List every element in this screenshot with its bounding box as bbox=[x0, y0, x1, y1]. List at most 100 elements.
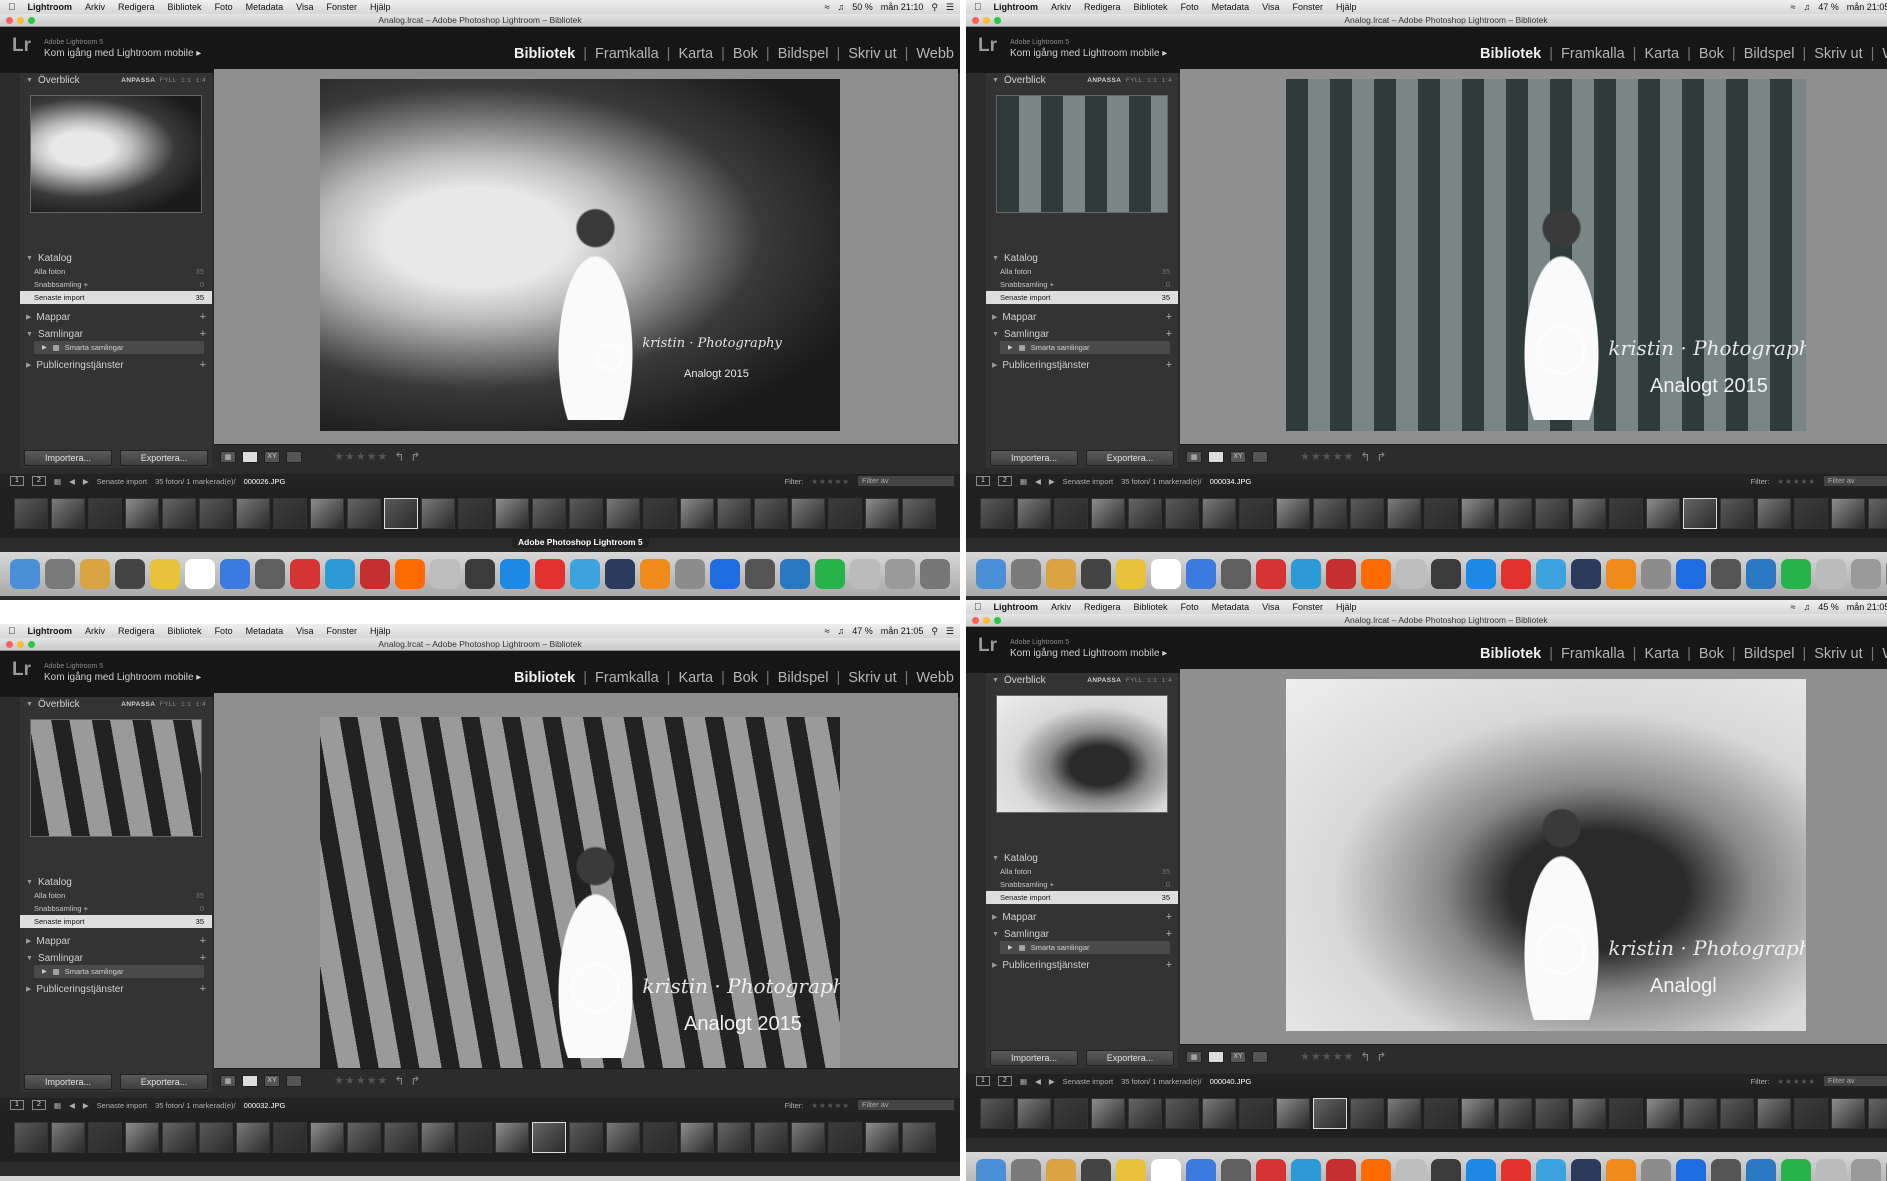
navigator-header[interactable]: ▼ Överblick ANPASSA FYLL 1:1 1:4 bbox=[20, 73, 212, 87]
filmstrip-thumbnail[interactable] bbox=[458, 498, 492, 529]
collections-header[interactable]: ▼ Samlingar + bbox=[20, 951, 212, 965]
catalog-row-quick[interactable]: Snabbsamling + 0 bbox=[20, 902, 212, 915]
dock-app-icon[interactable] bbox=[1606, 559, 1636, 589]
plus-icon[interactable]: + bbox=[1166, 328, 1172, 340]
filter-select[interactable]: Filter av bbox=[858, 476, 954, 486]
menu-bibliotek[interactable]: Bibliotek bbox=[1134, 602, 1168, 612]
catalog-header[interactable]: ▼ Katalog bbox=[986, 251, 1178, 265]
folders-header[interactable]: ▶ Mappar + bbox=[986, 310, 1178, 324]
screen-1-icon[interactable]: 1 bbox=[10, 476, 24, 486]
disclosure-down-icon[interactable]: ▼ bbox=[26, 331, 33, 338]
filmstrip-thumbnail[interactable] bbox=[717, 498, 751, 529]
dock-app-icon[interactable] bbox=[1676, 1159, 1706, 1181]
dock-app-icon[interactable] bbox=[1396, 559, 1426, 589]
disclosure-right-icon[interactable]: ▶ bbox=[992, 961, 997, 969]
menu-app-name[interactable]: Lightroom bbox=[994, 602, 1039, 612]
menu-fonster[interactable]: Fonster bbox=[1292, 2, 1323, 12]
module-bibliotek[interactable]: Bibliotek bbox=[1478, 646, 1543, 662]
filmstrip-source[interactable]: Senaste import bbox=[1063, 477, 1113, 486]
filmstrip-source[interactable]: Senaste import bbox=[1063, 1077, 1113, 1086]
filmstrip-thumbnail[interactable] bbox=[51, 1122, 85, 1153]
smart-collections-row[interactable]: ▶ ▦ Smarta samlingar bbox=[34, 341, 204, 354]
dock-app-icon[interactable] bbox=[1501, 559, 1531, 589]
battery-percent[interactable]: 50 % bbox=[852, 2, 873, 12]
main-photo[interactable]: kristin · Photography Analogt 2015 bbox=[1286, 79, 1806, 431]
disclosure-down-icon[interactable]: ▼ bbox=[992, 677, 999, 684]
filmstrip-thumbnail[interactable] bbox=[1572, 498, 1606, 529]
filmstrip-thumbnail[interactable] bbox=[1091, 1098, 1125, 1129]
filmstrip-thumbnail[interactable] bbox=[980, 1098, 1014, 1129]
filmstrip-thumbnail[interactable] bbox=[1609, 498, 1643, 529]
zoom-icon[interactable] bbox=[28, 641, 35, 648]
dock-app-icon[interactable] bbox=[640, 559, 670, 589]
compare-view-icon[interactable]: XY bbox=[1230, 450, 1246, 463]
filmstrip-thumbnail[interactable] bbox=[606, 498, 640, 529]
menu-hjalp[interactable]: Hjälp bbox=[1336, 602, 1357, 612]
filmstrip-thumbnail[interactable] bbox=[828, 1122, 862, 1153]
dock-app-icon[interactable] bbox=[115, 559, 145, 589]
module-bok[interactable]: Bok bbox=[731, 670, 760, 686]
dock-app-icon[interactable] bbox=[885, 559, 915, 589]
menu-bibliotek[interactable]: Bibliotek bbox=[168, 626, 202, 636]
filmstrip-thumbnail[interactable] bbox=[569, 1122, 603, 1153]
filmstrip-thumbnail[interactable] bbox=[1202, 498, 1236, 529]
zoom-icon[interactable] bbox=[994, 17, 1001, 24]
catalog-row-all[interactable]: Alla foton 35 bbox=[986, 265, 1178, 278]
wifi-icon[interactable]: ≈ bbox=[825, 2, 830, 12]
dock-app-icon[interactable] bbox=[1011, 1159, 1041, 1181]
filter-stars[interactable]: ★★★★★ bbox=[1777, 1077, 1816, 1086]
menu-visa[interactable]: Visa bbox=[1262, 602, 1279, 612]
smart-collections-row[interactable]: ▶ ▦ Smarta samlingar bbox=[1000, 341, 1170, 354]
dock-app-icon[interactable] bbox=[1081, 559, 1111, 589]
disclosure-right-icon[interactable]: ▶ bbox=[1008, 344, 1013, 351]
back-icon[interactable]: ◀ bbox=[1035, 1077, 1041, 1086]
export-button[interactable]: Exportera... bbox=[120, 450, 208, 466]
disclosure-right-icon[interactable]: ▶ bbox=[26, 361, 31, 369]
menu-foto[interactable]: Foto bbox=[215, 626, 233, 636]
lightroom-mobile-link[interactable]: Kom igång med Lightroom mobile ▸ bbox=[44, 48, 201, 59]
filmstrip-thumbnail[interactable] bbox=[458, 1122, 492, 1153]
volume-icon[interactable]: ♫ bbox=[838, 626, 845, 636]
dock-app-icon[interactable] bbox=[1536, 559, 1566, 589]
wifi-icon[interactable]: ≈ bbox=[1791, 2, 1796, 12]
module-bibliotek[interactable]: Bibliotek bbox=[512, 46, 577, 62]
publish-header[interactable]: ▶ Publiceringstjänster + bbox=[986, 958, 1178, 972]
filmstrip-thumbnail[interactable] bbox=[495, 498, 529, 529]
dock-app-icon[interactable] bbox=[710, 559, 740, 589]
dock-app-icon[interactable] bbox=[1361, 559, 1391, 589]
filmstrip-thumbnail[interactable] bbox=[1424, 1098, 1458, 1129]
filmstrip-thumbnail[interactable] bbox=[1720, 498, 1754, 529]
filmstrip-thumbnail[interactable] bbox=[1498, 498, 1532, 529]
filmstrip-thumbnail[interactable] bbox=[1794, 498, 1828, 529]
rotate-right-icon[interactable]: ↱ bbox=[1376, 450, 1386, 464]
filmstrip-thumbnail[interactable] bbox=[1128, 1098, 1162, 1129]
dock-app-icon[interactable] bbox=[1396, 1159, 1426, 1181]
filmstrip-thumbnail[interactable] bbox=[1757, 498, 1791, 529]
dock-app-icon[interactable] bbox=[1151, 559, 1181, 589]
catalog-row-quick[interactable]: Snabbsamling + 0 bbox=[986, 278, 1178, 291]
filmstrip-thumbnail[interactable] bbox=[1461, 1098, 1495, 1129]
import-button[interactable]: Importera... bbox=[24, 1074, 112, 1090]
filmstrip-thumbnail[interactable] bbox=[199, 1122, 233, 1153]
filmstrip-thumbnail[interactable] bbox=[199, 498, 233, 529]
back-icon[interactable]: ◀ bbox=[69, 1101, 75, 1110]
menu-fonster[interactable]: Fonster bbox=[326, 2, 357, 12]
filmstrip-thumbnail[interactable] bbox=[1831, 1098, 1865, 1129]
compare-view-icon[interactable]: XY bbox=[264, 1074, 280, 1087]
filmstrip-thumbnail[interactable] bbox=[902, 1122, 936, 1153]
disclosure-right-icon[interactable]: ▶ bbox=[992, 313, 997, 321]
filmstrip-thumbnail[interactable] bbox=[1017, 1098, 1051, 1129]
module-karta[interactable]: Karta bbox=[1642, 46, 1681, 62]
close-icon[interactable] bbox=[972, 617, 979, 624]
dock-app-icon[interactable] bbox=[1116, 1159, 1146, 1181]
module-bildspel[interactable]: Bildspel bbox=[1742, 46, 1797, 62]
filter-stars[interactable]: ★★★★★ bbox=[811, 1101, 850, 1110]
dock-app-icon[interactable] bbox=[1781, 1159, 1811, 1181]
plus-icon[interactable]: + bbox=[1166, 959, 1172, 971]
navigator-preview[interactable] bbox=[30, 95, 202, 213]
filmstrip-thumbnail[interactable] bbox=[1535, 1098, 1569, 1129]
publish-header[interactable]: ▶ Publiceringstjänster + bbox=[20, 358, 212, 372]
dock-app-icon[interactable] bbox=[1221, 1159, 1251, 1181]
filmstrip-filename[interactable]: 000040.JPG bbox=[1210, 1077, 1252, 1086]
dock-app-icon[interactable] bbox=[1151, 1159, 1181, 1181]
